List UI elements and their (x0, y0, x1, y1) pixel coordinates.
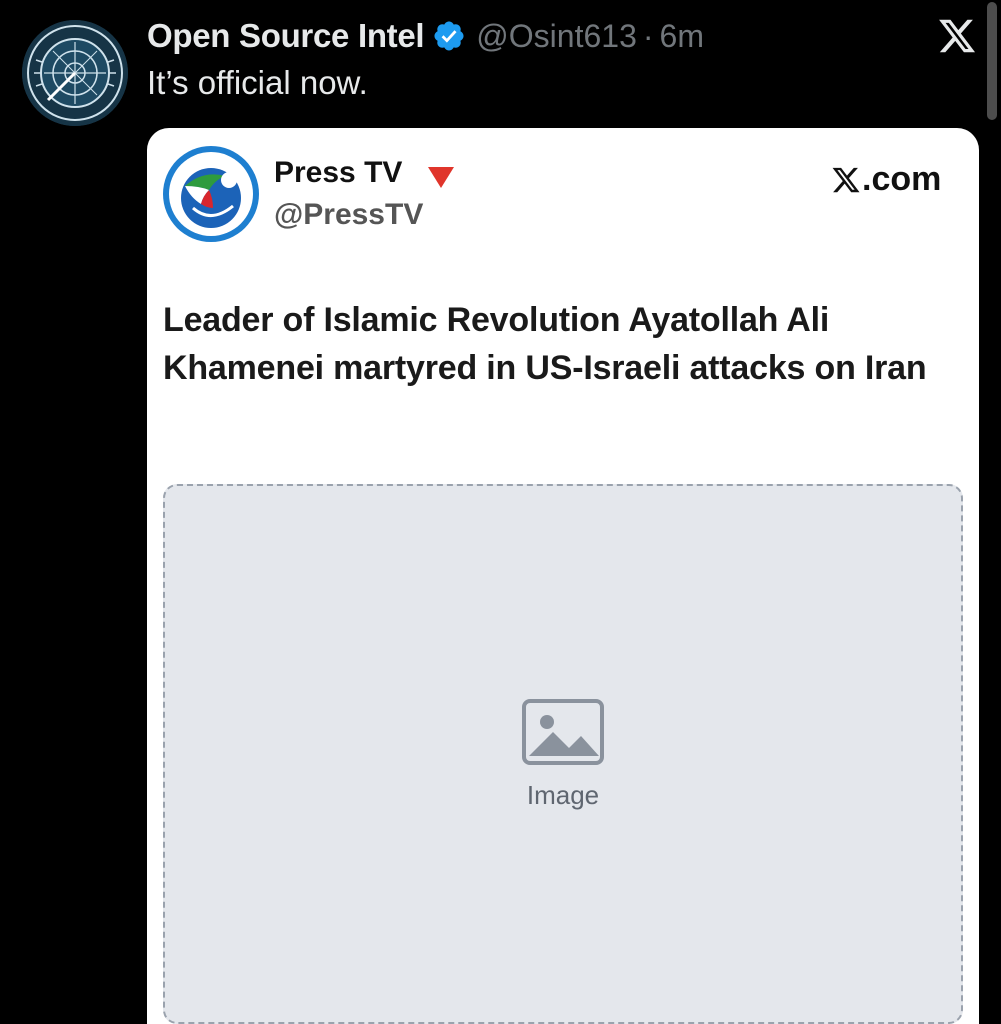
embed-headline: Leader of Islamic Revolution Ayatollah A… (163, 301, 927, 387)
x-logo-icon (832, 167, 860, 192)
author-name[interactable]: Open Source Intel (147, 17, 425, 55)
separator: · (642, 17, 654, 54)
tweet-header: Open Source Intel @Osint613 · 6m (147, 14, 704, 58)
author-avatar[interactable] (22, 20, 128, 126)
image-placeholder-label: Image (526, 779, 600, 810)
presstv-logo-icon (163, 146, 259, 242)
author-handle[interactable]: @Osint613 (476, 18, 637, 55)
presstv-name[interactable]: Press TV (274, 156, 402, 190)
xcom-source[interactable]: .com (831, 160, 941, 199)
presstv-avatar[interactable] (163, 146, 259, 242)
timestamp[interactable]: 6m (660, 18, 704, 55)
scrollbar[interactable] (987, 2, 997, 120)
x-logo-icon[interactable] (937, 16, 977, 56)
osint-logo-icon (22, 20, 128, 126)
xcom-domain: .com (862, 160, 942, 198)
verified-badge-icon (434, 21, 464, 51)
presstv-handle[interactable]: @PressTV (274, 198, 423, 232)
tweet-text: It’s official now. (147, 64, 368, 101)
embedded-post-card[interactable]: Press TV @PressTV .com Leader of Islamic… (147, 128, 979, 1024)
image-icon (522, 698, 604, 765)
embed-image-placeholder[interactable]: Image (163, 484, 963, 1024)
presstv-badge-icon (428, 167, 454, 188)
